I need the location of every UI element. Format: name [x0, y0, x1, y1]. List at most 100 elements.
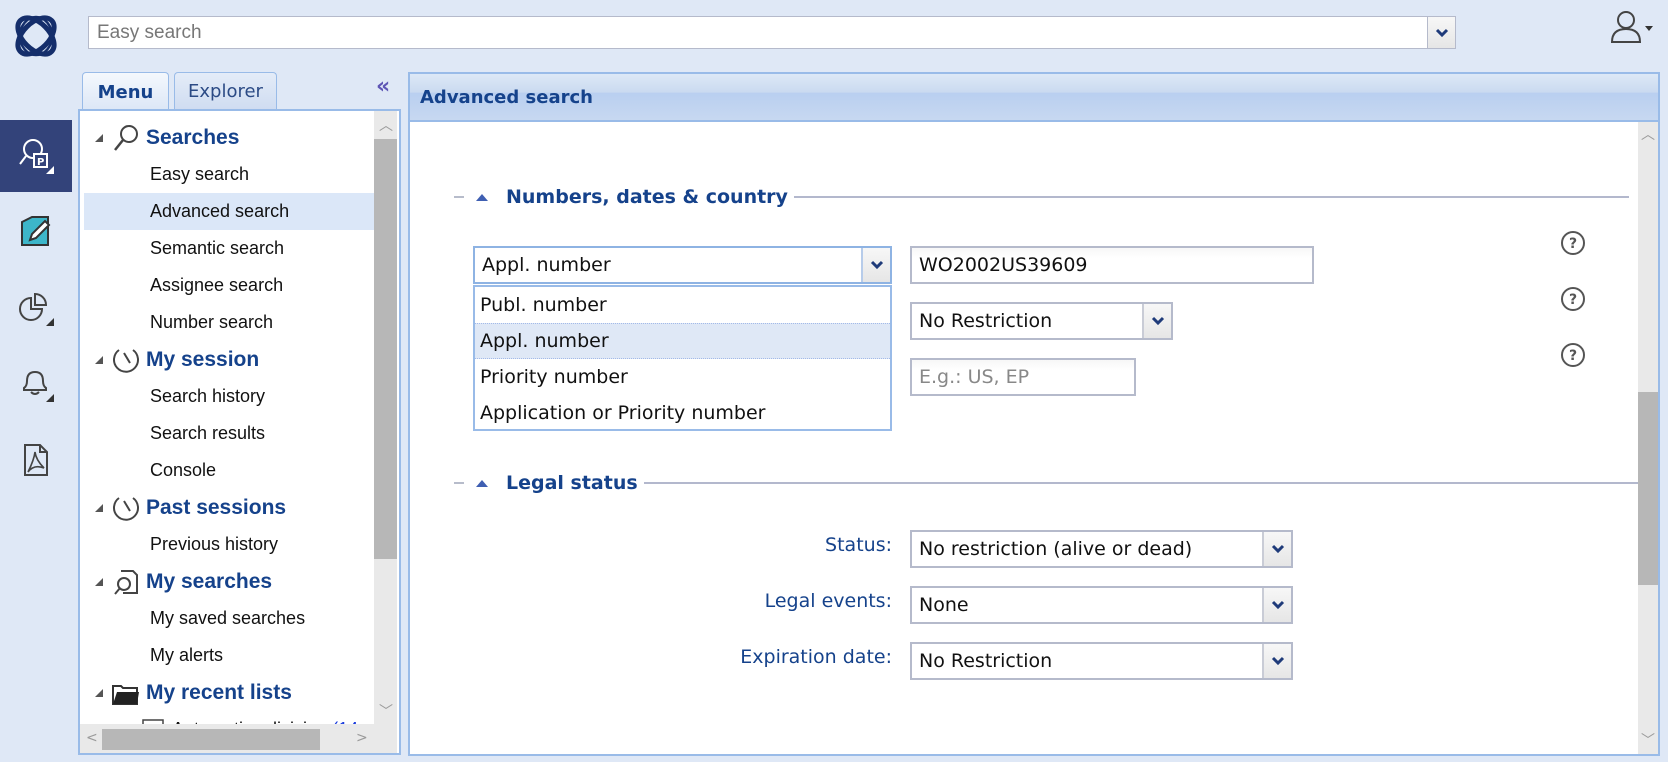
tab-explorer[interactable]: Explorer	[174, 72, 277, 110]
date-restriction-dropdown-button[interactable]	[1142, 304, 1171, 338]
date-restriction-value: No Restriction	[919, 310, 1053, 332]
tree-group-label: My recent lists	[146, 680, 292, 704]
section-dash	[454, 482, 464, 484]
tree-vertical-scroll-thumb[interactable]	[374, 139, 397, 559]
option-appl-number[interactable]: Appl. number	[475, 323, 890, 359]
tree-group-my-searches[interactable]: My searches	[84, 563, 374, 600]
tree-item-previous-history[interactable]: Previous history	[84, 526, 374, 563]
pdf-icon	[24, 444, 48, 476]
clock-icon	[110, 344, 142, 376]
advanced-search-panel: Advanced search Numbers, dates & country…	[408, 72, 1660, 756]
rail-pdf[interactable]	[0, 424, 72, 496]
scroll-left-arrow-icon[interactable]: <	[86, 730, 98, 746]
folder-icon	[110, 677, 142, 709]
chevron-down-icon	[1435, 28, 1448, 37]
chevron-down-icon	[1271, 656, 1284, 666]
help-icon[interactable]: ?	[1560, 342, 1586, 368]
tree-group-past-sessions[interactable]: Past sessions	[84, 489, 374, 526]
option-publ-number[interactable]: Publ. number	[475, 287, 890, 323]
tree-item-my-saved-searches[interactable]: My saved searches	[84, 600, 374, 637]
scroll-up-arrow-icon[interactable]: ︿	[1641, 124, 1655, 144]
date-restriction-select[interactable]: No Restriction	[910, 302, 1173, 340]
section-title[interactable]: Numbers, dates & country	[506, 186, 794, 208]
expanded-triangle-icon[interactable]	[94, 503, 104, 513]
number-type-dropdown-button[interactable]	[861, 248, 890, 282]
tree-item-advanced-search[interactable]: Advanced search	[84, 193, 374, 230]
tree-group-my-session[interactable]: My session	[84, 341, 374, 378]
tree-item-console[interactable]: Console	[84, 452, 374, 489]
tree-item-search-results[interactable]: Search results	[84, 415, 374, 452]
tree-item-easy-search[interactable]: Easy search	[84, 156, 374, 193]
document-search-icon	[110, 566, 142, 598]
tree-group-my-recent-lists[interactable]: My recent lists	[84, 674, 374, 711]
section-title[interactable]: Legal status	[506, 472, 644, 494]
app-logo[interactable]	[8, 8, 64, 64]
tree-vertical-scrollbar[interactable]: ︿ ﹀	[374, 111, 397, 724]
legal-events-label: Legal events:	[764, 590, 892, 612]
edit-icon	[21, 216, 51, 246]
tree-item-semantic-search[interactable]: Semantic search	[84, 230, 374, 267]
easy-search-input[interactable]	[89, 17, 1427, 48]
scroll-down-arrow-icon[interactable]: ﹀	[1641, 730, 1655, 750]
menu-tree: Searches Easy search Advanced search Sem…	[84, 119, 374, 748]
menu-tree-panel: Searches Easy search Advanced search Sem…	[78, 109, 401, 755]
tree-item-assignee-search[interactable]: Assignee search	[84, 267, 374, 304]
tree-horizontal-scroll-thumb[interactable]	[102, 729, 320, 750]
section-numbers-dates-country: Numbers, dates & country	[454, 185, 1629, 209]
expiration-date-value: No Restriction	[919, 650, 1053, 672]
expiration-date-select[interactable]: No Restriction	[910, 642, 1293, 680]
scroll-up-arrow-icon[interactable]: ︿	[379, 115, 393, 135]
tab-menu[interactable]: Menu	[82, 72, 169, 112]
svg-text:?: ?	[1569, 292, 1577, 308]
expanded-triangle-icon[interactable]	[94, 577, 104, 587]
rail-patent-search[interactable]: P	[0, 120, 72, 192]
expanded-triangle-icon[interactable]	[94, 355, 104, 365]
expanded-triangle-icon[interactable]	[94, 133, 104, 143]
search-history-dropdown-button[interactable]	[1427, 17, 1455, 48]
expiration-date-label: Expiration date:	[740, 646, 892, 668]
number-value-input[interactable]	[912, 248, 1312, 282]
tree-item-number-search[interactable]: Number search	[84, 304, 374, 341]
tree-horizontal-scrollbar[interactable]: < >	[80, 724, 397, 753]
status-dropdown-button[interactable]	[1262, 532, 1291, 566]
help-icon[interactable]: ?	[1560, 230, 1586, 256]
main-vertical-scrollbar[interactable]: ︿ ﹀	[1638, 122, 1658, 754]
rail-analytics[interactable]	[0, 272, 72, 344]
scroll-down-arrow-icon[interactable]: ﹀	[379, 701, 393, 721]
status-label: Status:	[825, 534, 892, 556]
option-priority-number[interactable]: Priority number	[475, 359, 890, 395]
section-legal-status: Legal status	[454, 471, 1644, 495]
expiration-date-dropdown-button[interactable]	[1262, 644, 1291, 678]
tree-item-search-history[interactable]: Search history	[84, 378, 374, 415]
collapse-section-icon[interactable]	[476, 479, 488, 487]
pie-chart-icon	[19, 292, 54, 326]
rail-alerts[interactable]	[0, 348, 72, 420]
section-divider	[793, 196, 1629, 198]
status-select[interactable]: No restriction (alive or dead)	[910, 530, 1293, 568]
user-menu-button[interactable]	[1610, 10, 1656, 46]
tree-group-label: Searches	[146, 125, 240, 149]
tree-group-label: My searches	[146, 569, 273, 593]
option-application-or-priority-number[interactable]: Application or Priority number	[475, 395, 890, 431]
scroll-right-arrow-icon[interactable]: >	[356, 730, 368, 746]
chevron-down-icon	[1151, 316, 1164, 326]
rail-edit[interactable]	[0, 196, 72, 268]
number-value-field[interactable]	[910, 246, 1314, 284]
search-patent-icon: P	[19, 139, 54, 174]
country-field[interactable]	[910, 358, 1136, 396]
help-icon[interactable]: ?	[1560, 286, 1586, 312]
number-type-select[interactable]: Appl. number	[473, 246, 892, 284]
collapse-sidebar-button[interactable]: «	[376, 76, 398, 100]
legal-events-select[interactable]: None	[910, 586, 1293, 624]
legal-events-dropdown-button[interactable]	[1262, 588, 1291, 622]
tree-group-searches[interactable]: Searches	[84, 119, 374, 156]
svg-text:?: ?	[1569, 348, 1577, 364]
country-input[interactable]	[912, 360, 1134, 394]
main-vertical-scroll-thumb[interactable]	[1638, 392, 1658, 585]
expanded-triangle-icon[interactable]	[94, 688, 104, 698]
easy-search-field[interactable]	[88, 16, 1456, 49]
bell-icon	[23, 370, 54, 402]
tree-item-my-alerts[interactable]: My alerts	[84, 637, 374, 674]
collapse-section-icon[interactable]	[476, 193, 488, 201]
svg-text:?: ?	[1569, 236, 1577, 252]
